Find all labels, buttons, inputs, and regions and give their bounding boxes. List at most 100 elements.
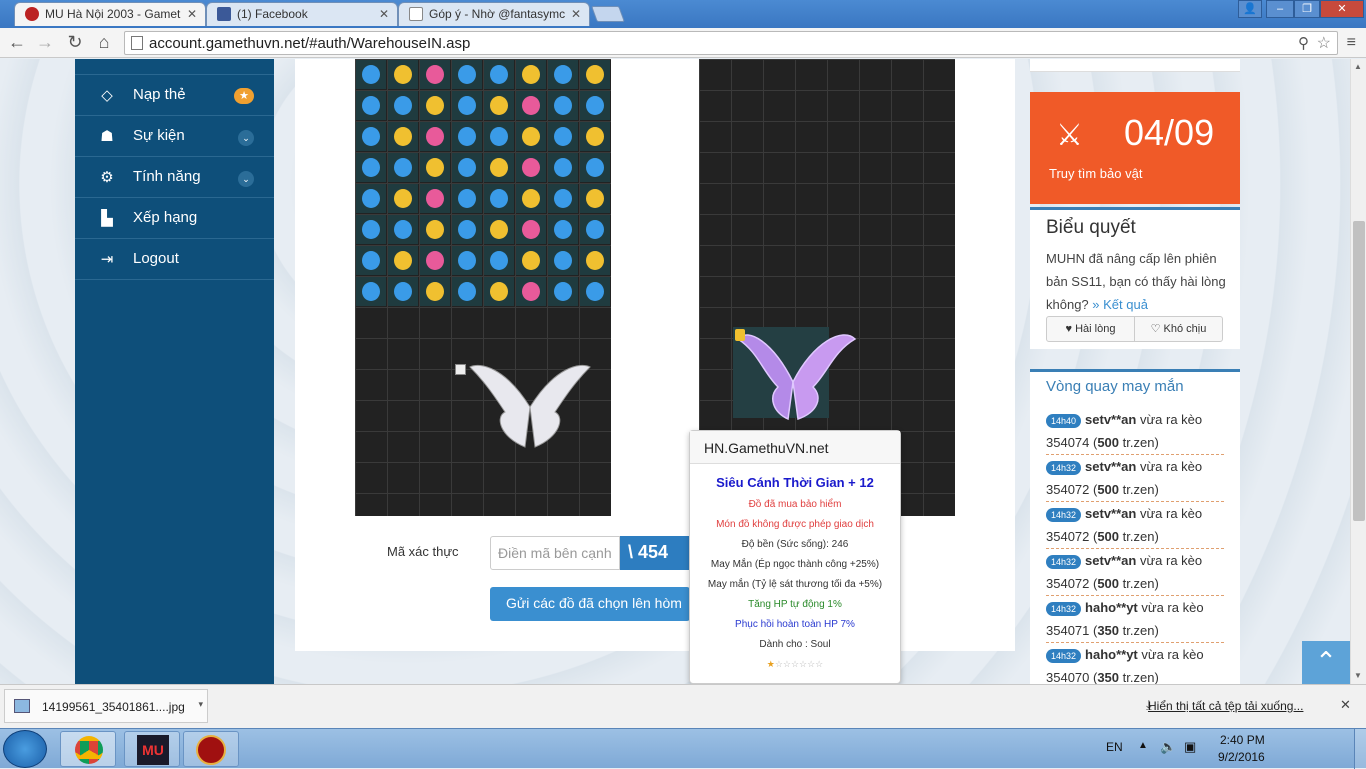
item-slot[interactable]: [356, 122, 386, 151]
close-icon[interactable]: ✕: [571, 7, 581, 21]
treasure-countdown[interactable]: ⚔ 04/09 Truy tìm bảo vật: [1030, 92, 1240, 204]
white-wings-item[interactable]: [465, 357, 595, 452]
chevron-down-icon[interactable]: ⌄: [238, 171, 254, 187]
lucky-wheel-title[interactable]: Vòng quay may mắn: [1046, 378, 1184, 395]
item-slot[interactable]: [452, 153, 482, 182]
sidebar-item-xep-hang[interactable]: ▙ Xếp hạng: [75, 199, 274, 239]
item-slot[interactable]: [452, 60, 482, 89]
item-slot[interactable]: [580, 277, 610, 306]
item-slot[interactable]: [356, 153, 386, 182]
sidebar-item-logout[interactable]: ⇥ Logout: [75, 240, 274, 280]
tab-feedback[interactable]: Góp ý - Nhờ @fantasymc ✕: [398, 2, 590, 26]
item-slot[interactable]: [548, 153, 578, 182]
item-slot[interactable]: [580, 153, 610, 182]
minimize-button[interactable]: –: [1266, 0, 1294, 18]
item-slot[interactable]: [516, 122, 546, 151]
item-slot[interactable]: [516, 184, 546, 213]
mu-launcher-taskbar-button[interactable]: [183, 731, 239, 767]
restore-button[interactable]: ❐: [1294, 0, 1320, 18]
item-slot[interactable]: [420, 246, 450, 275]
item-slot[interactable]: [484, 60, 514, 89]
tab-facebook[interactable]: (1) Facebook ✕: [206, 2, 398, 26]
item-slot[interactable]: [548, 91, 578, 120]
item-slot[interactable]: [452, 122, 482, 151]
vote-unhappy-button[interactable]: ♡ Khó chịu: [1134, 316, 1223, 342]
item-slot[interactable]: [516, 246, 546, 275]
volume-icon[interactable]: 🔈: [1160, 739, 1176, 755]
item-slot[interactable]: [388, 184, 418, 213]
item-slot[interactable]: [484, 184, 514, 213]
item-slot[interactable]: [356, 215, 386, 244]
address-bar[interactable]: account.gamethuvn.net/#auth/WarehouseIN.…: [124, 31, 1338, 55]
item-slot[interactable]: [484, 277, 514, 306]
scroll-to-top-button[interactable]: ⌃: [1302, 641, 1350, 684]
chevron-down-icon[interactable]: ⌄: [238, 130, 254, 146]
start-button[interactable]: [3, 730, 47, 768]
item-slot[interactable]: [484, 246, 514, 275]
show-desktop-button[interactable]: [1354, 729, 1366, 769]
menu-icon[interactable]: ≡: [1347, 34, 1356, 52]
item-slot[interactable]: [452, 184, 482, 213]
item-slot[interactable]: [580, 122, 610, 151]
item-slot[interactable]: [420, 215, 450, 244]
scroll-down-icon[interactable]: ▼: [1354, 671, 1362, 680]
scroll-up-icon[interactable]: ▲: [1354, 62, 1362, 71]
item-slot[interactable]: [484, 215, 514, 244]
item-slot[interactable]: [452, 277, 482, 306]
dropdown-arrow-icon[interactable]: ▾: [198, 699, 203, 710]
item-slot[interactable]: [420, 184, 450, 213]
download-item[interactable]: 14199561_35401861....jpg ▾: [4, 689, 208, 723]
item-slot[interactable]: [388, 91, 418, 120]
item-slot[interactable]: [548, 215, 578, 244]
clock-time[interactable]: 2:40 PM: [1220, 733, 1265, 747]
item-slot[interactable]: [580, 91, 610, 120]
item-slot[interactable]: [420, 91, 450, 120]
sidebar-item-su-kien[interactable]: ☗ Sự kiện ⌄: [75, 117, 274, 157]
item-slot[interactable]: [484, 122, 514, 151]
item-slot[interactable]: [388, 153, 418, 182]
close-window-button[interactable]: ✕: [1320, 0, 1364, 18]
bookmark-star-icon[interactable]: ☆: [1317, 33, 1331, 53]
clock-date[interactable]: 9/2/2016: [1218, 750, 1265, 764]
reload-icon[interactable]: ↻: [64, 32, 86, 53]
new-tab-button[interactable]: [591, 6, 625, 22]
item-slot[interactable]: [388, 215, 418, 244]
item-slot[interactable]: [452, 246, 482, 275]
item-slot[interactable]: [516, 277, 546, 306]
vote-satisfied-button[interactable]: ♥ Hài lòng: [1046, 316, 1135, 342]
scrollbar-thumb[interactable]: [1353, 221, 1365, 521]
item-slot[interactable]: [388, 60, 418, 89]
item-slot[interactable]: [580, 246, 610, 275]
purple-wings-item[interactable]: [733, 327, 863, 422]
item-slot[interactable]: [548, 184, 578, 213]
item-slot[interactable]: [516, 215, 546, 244]
item-slot[interactable]: [484, 91, 514, 120]
user-icon[interactable]: 👤: [1238, 0, 1262, 18]
show-all-downloads-link[interactable]: Hiển thị tất cả tệp tải xuống...: [1148, 699, 1303, 713]
language-indicator[interactable]: EN: [1106, 740, 1123, 754]
item-slot[interactable]: [580, 215, 610, 244]
back-icon[interactable]: ←: [6, 32, 28, 53]
sidebar-item-nap-the[interactable]: ◇ Nạp thẻ ★: [75, 76, 274, 116]
submit-items-button[interactable]: Gửi các đồ đã chọn lên hòm: [490, 587, 690, 621]
item-slot[interactable]: [388, 277, 418, 306]
checkbox-icon[interactable]: [455, 364, 466, 375]
forward-icon[interactable]: →: [34, 32, 56, 53]
item-slot[interactable]: [356, 246, 386, 275]
sidebar-item-partial[interactable]: [75, 59, 274, 75]
item-slot[interactable]: [452, 91, 482, 120]
item-slot[interactable]: [548, 246, 578, 275]
close-icon[interactable]: ✕: [187, 7, 197, 21]
item-slot[interactable]: [484, 153, 514, 182]
item-slot[interactable]: [516, 153, 546, 182]
item-slot[interactable]: [516, 60, 546, 89]
close-icon[interactable]: ✕: [379, 7, 389, 21]
item-slot[interactable]: [548, 122, 578, 151]
key-icon[interactable]: ⚲: [1298, 34, 1309, 52]
mu-taskbar-button[interactable]: MU: [124, 731, 180, 767]
item-slot[interactable]: [356, 91, 386, 120]
sidebar-item-tinh-nang[interactable]: ⚙ Tính năng ⌄: [75, 158, 274, 198]
captcha-input[interactable]: Điền mã bên cạnh: [490, 536, 620, 570]
item-slot[interactable]: [580, 184, 610, 213]
item-slot[interactable]: [516, 91, 546, 120]
